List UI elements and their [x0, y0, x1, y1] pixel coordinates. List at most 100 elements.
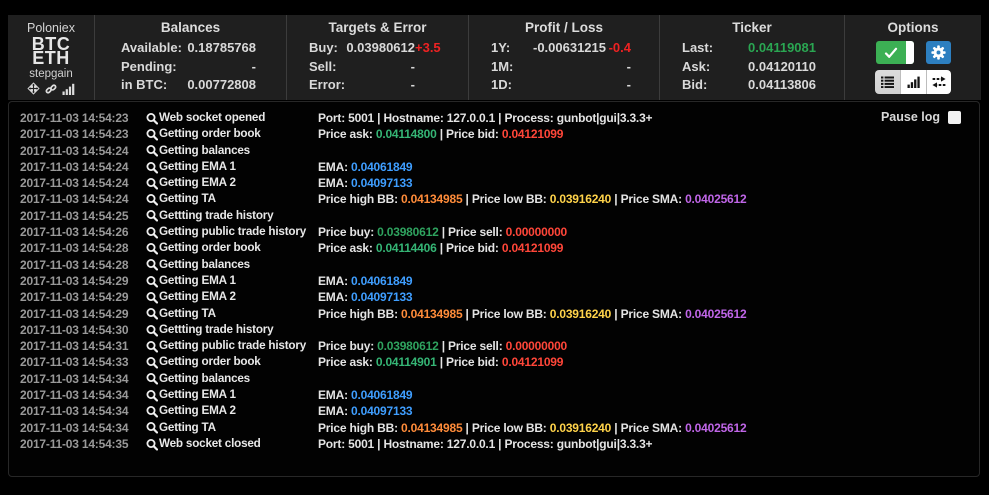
search-icon — [146, 438, 158, 451]
profit-row-1d: 1D: - — [469, 76, 659, 95]
balances-panel: Balances Available: 0.18785768 Pending: … — [94, 15, 286, 100]
pause-log-checkbox[interactable] — [948, 111, 961, 124]
enable-toggle[interactable] — [876, 41, 914, 64]
log-search-icon — [146, 112, 160, 125]
log-timestamp: 2017-11-03 14:54:24 — [20, 191, 129, 207]
search-icon — [146, 193, 158, 206]
log-row: 2017-11-03 14:54:29 Getting TAPrice high… — [9, 306, 979, 322]
log-message: Getting EMA 2 — [159, 403, 318, 419]
log-message: Gettting trade history — [159, 322, 318, 338]
log-details: Port: 5001 | Hostname: 127.0.0.1 | Proce… — [318, 110, 652, 126]
log-view-button[interactable] — [875, 70, 900, 94]
log-details: Price ask: 0.04114800 | Price bid: 0.041… — [318, 126, 563, 142]
ticker-label: Last: — [682, 39, 713, 58]
log-detail-segment: 0.04134985 — [401, 421, 462, 435]
log-row: 2017-11-03 14:54:30 Gettting trade histo… — [9, 322, 979, 338]
search-icon — [146, 340, 158, 353]
log-detail-segment: Port: 5001 | Hostname: 127.0.0.1 | Proce… — [318, 437, 652, 451]
log-detail-segment: 0.04114800 — [376, 127, 437, 141]
log-search-icon — [146, 258, 160, 271]
log-row: 2017-11-03 14:54:24 Getting EMA 1EMA: 0.… — [9, 159, 979, 175]
options-title: Options — [845, 20, 981, 36]
log-detail-segment: Price high BB: — [318, 192, 401, 206]
balance-label: Available: — [121, 39, 182, 58]
toggle-handle[interactable] — [906, 41, 914, 64]
view-mode-group — [875, 70, 951, 94]
log-detail-segment: 0.03916240 — [550, 421, 611, 435]
log-search-icon — [146, 226, 160, 239]
log-details: Price buy: 0.03980612 | Price sell: 0.00… — [318, 338, 567, 354]
log-detail-segment: 0.04121099 — [502, 241, 563, 255]
log-details: EMA: 0.04097133 — [318, 175, 412, 191]
log-detail-segment: 0.04114901 — [376, 355, 437, 369]
log-detail-segment: EMA: — [318, 274, 351, 288]
log-timestamp: 2017-11-03 14:54:34 — [20, 371, 129, 387]
log-message: Getting order book — [159, 240, 318, 256]
target-delta: +3.5 — [415, 39, 440, 58]
ticker-bid-value: 0.04113806 — [707, 76, 816, 95]
log-detail-segment: Price ask: — [318, 127, 376, 141]
log-details: EMA: 0.04097133 — [318, 289, 412, 305]
log-search-icon — [146, 275, 160, 288]
log-row: 2017-11-03 14:54:34 Getting EMA 2EMA: 0.… — [9, 403, 979, 419]
search-icon — [146, 291, 158, 304]
log-detail-segment: Price ask: — [318, 241, 376, 255]
log-timestamp: 2017-11-03 14:54:31 — [20, 338, 129, 354]
log-detail-segment: | Price bid: — [437, 241, 502, 255]
log-row: 2017-11-03 14:54:24 Getting balances — [9, 143, 979, 159]
balances-title: Balances — [95, 20, 286, 36]
profit-label: 1Y: — [491, 39, 510, 58]
log-detail-segment: | Price sell: — [439, 339, 506, 353]
log-detail-segment: 0.04097133 — [351, 176, 412, 190]
log-row: 2017-11-03 14:54:23 Getting order bookPr… — [9, 126, 979, 142]
targets-panel: Targets & Error Buy: 0.03980612 +3.5 Sel… — [286, 15, 468, 100]
profit-value — [512, 76, 606, 95]
trades-view-button[interactable] — [926, 70, 951, 94]
target-label: Error: — [309, 76, 345, 95]
log-message: Getting EMA 1 — [159, 159, 318, 175]
log-detail-segment: EMA: — [318, 404, 351, 418]
log-search-icon — [146, 372, 160, 385]
search-icon — [146, 405, 158, 418]
ticker-row-ask: Ask: 0.04120110 — [660, 58, 844, 77]
link-icon — [45, 83, 57, 95]
chart-view-button[interactable] — [900, 70, 925, 94]
log-search-icon — [146, 291, 160, 304]
balance-row-inbtc: in BTC: 0.00772808 — [95, 76, 286, 95]
log-detail-segment: 0.03980612 — [377, 225, 438, 239]
log-message: Getting TA — [159, 420, 318, 436]
ticker-label: Ask: — [682, 58, 710, 77]
ticker-ask-value: 0.04120110 — [710, 58, 816, 77]
log-row: 2017-11-03 14:54:35 Web socket closedPor… — [9, 436, 979, 452]
pair-panel: Poloniex BTC ETH stepgain — [8, 15, 94, 100]
pause-log-control: Pause log — [881, 110, 961, 124]
profit-loss-title: Profit / Loss — [469, 20, 659, 36]
target-label: Buy: — [309, 39, 338, 58]
log-detail-segment: | Price low BB: — [462, 307, 549, 321]
settings-button[interactable] — [926, 41, 951, 64]
ticker-row-bid: Bid: 0.04113806 — [660, 76, 844, 95]
search-icon — [146, 128, 158, 141]
profit-delta: - — [606, 76, 631, 95]
log-detail-segment: 0.04134985 — [401, 192, 462, 206]
targets-title: Targets & Error — [287, 20, 468, 36]
log-details: Price high BB: 0.04134985 | Price low BB… — [318, 306, 746, 322]
pause-log-label: Pause log — [881, 110, 940, 124]
log-rows: 2017-11-03 14:54:23 Web socket openedPor… — [9, 102, 979, 452]
profit-delta: -0.4 — [606, 39, 631, 58]
log-search-icon — [146, 209, 160, 222]
log-row: 2017-11-03 14:54:34 Getting TAPrice high… — [9, 420, 979, 436]
log-detail-segment: 0.04025612 — [685, 307, 746, 321]
log-detail-segment: 0.04061849 — [351, 388, 412, 402]
log-search-icon — [146, 324, 160, 337]
search-icon — [146, 275, 158, 288]
log-timestamp: 2017-11-03 14:54:29 — [20, 273, 129, 289]
search-icon — [146, 209, 158, 222]
log-message: Getting order book — [159, 354, 318, 370]
log-detail-segment: | Price sell: — [439, 225, 506, 239]
log-detail-segment: EMA: — [318, 388, 351, 402]
log-message: Getting EMA 1 — [159, 273, 318, 289]
profit-loss-panel: Profit / Loss 1Y: -0.00631215 -0.4 1M: -… — [468, 15, 659, 100]
balance-label: in BTC: — [121, 76, 167, 95]
log-row: 2017-11-03 14:54:33 Getting order bookPr… — [9, 354, 979, 370]
